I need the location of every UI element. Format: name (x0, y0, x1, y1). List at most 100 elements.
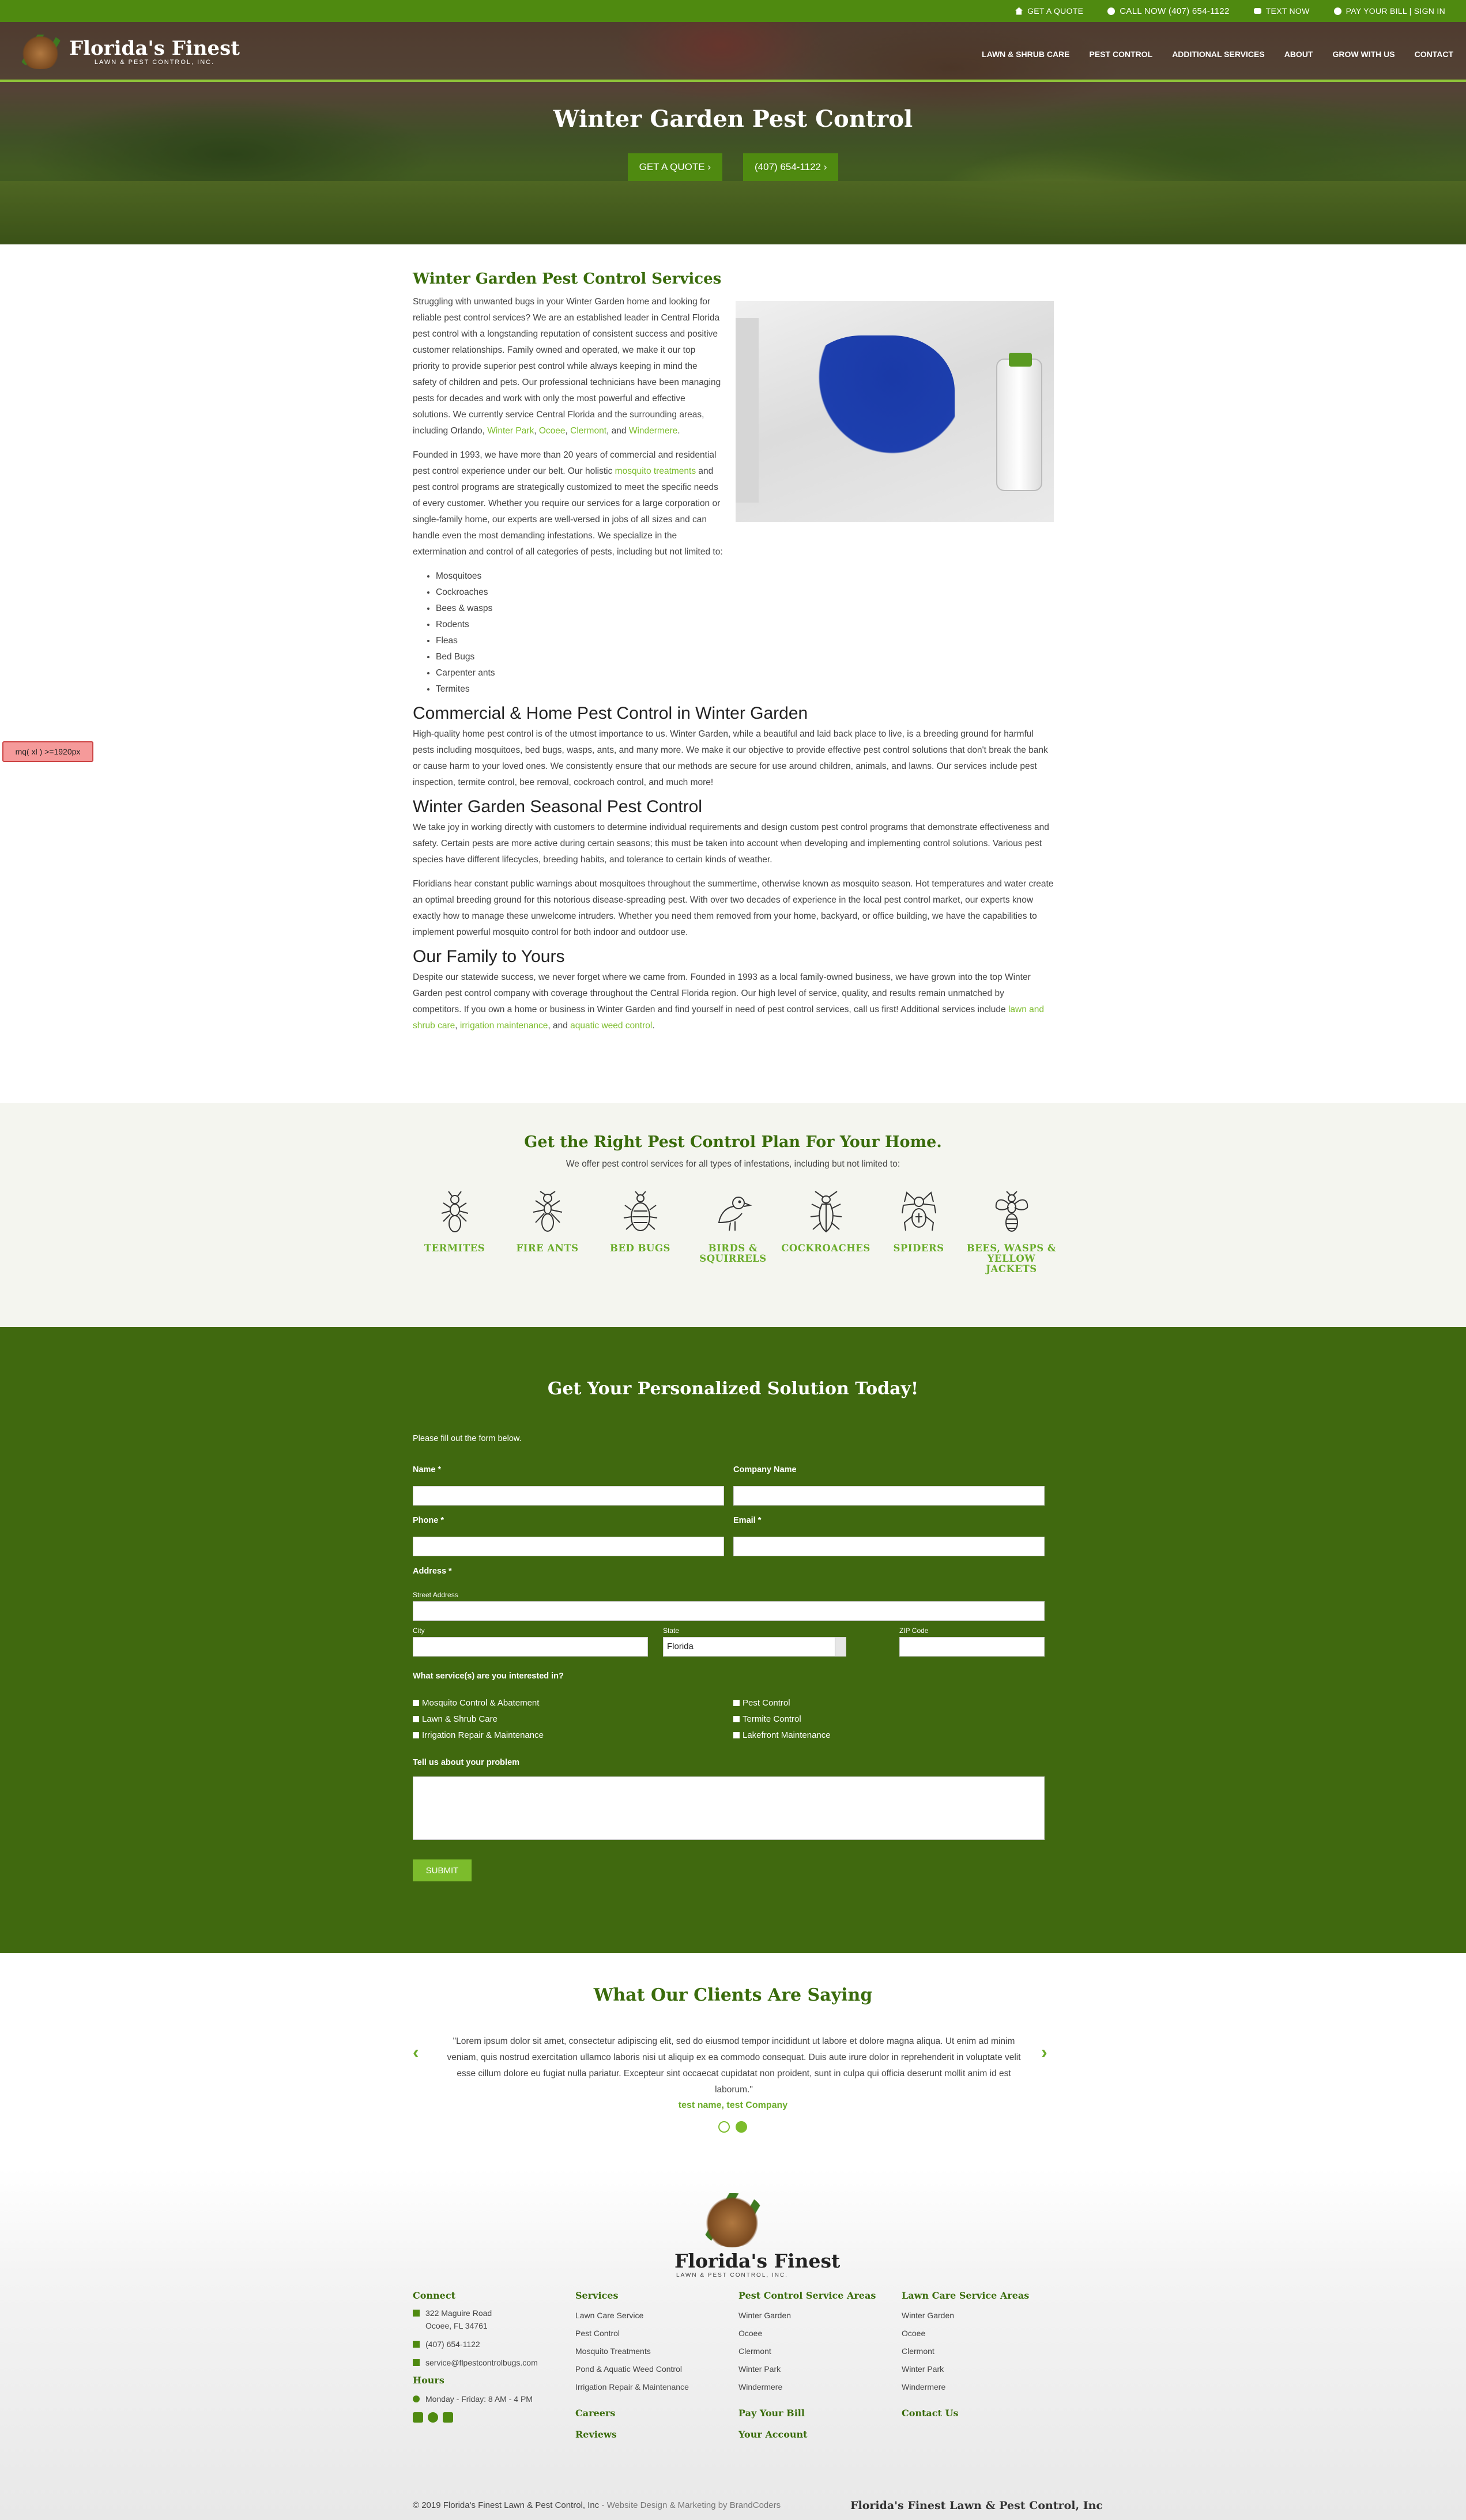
footer-link[interactable]: Ocoee (902, 2325, 1052, 2342)
checkbox-lawn-shrub[interactable]: Lawn & Shrub Care (413, 1714, 498, 1724)
seasonal-paragraph-1: We take joy in working directly with cus… (413, 823, 1049, 865)
footer-link[interactable]: Winter Garden (738, 2307, 888, 2325)
plans-heading: Get the Right Pest Control Plan For Your… (524, 1133, 942, 1151)
footer-link[interactable]: Windermere (738, 2378, 888, 2396)
link-clermont[interactable]: Clermont (570, 426, 606, 436)
footer-connect: Connect 322 Maguire Road Ocoee, FL 34761 … (413, 2290, 563, 2423)
footer-link[interactable]: Winter Park (902, 2360, 1052, 2378)
form-heading: Get Your Personalized Solution Today! (547, 1379, 919, 1399)
list-item: Bed Bugs (436, 649, 1054, 665)
nav-contact[interactable]: CONTACT (1415, 50, 1453, 59)
media-query-debug-badge: mq( xl ) >=1920px (2, 741, 93, 762)
social-links (413, 2412, 563, 2423)
footer-link[interactable]: Windermere (902, 2378, 1052, 2396)
testimonial-quote: "Lorem ipsum dolor sit amet, consectetur… (447, 2036, 1021, 2095)
link-windermere[interactable]: Windermere (629, 426, 677, 436)
panther-logo-icon (17, 35, 63, 69)
pest-termites[interactable]: TERMITES (408, 1190, 501, 1274)
footer-email-link[interactable]: service@flpestcontrolbugs.com (425, 2356, 538, 2369)
nav-about[interactable]: ABOUT (1284, 50, 1313, 59)
message-icon (1253, 8, 1261, 14)
main-nav: LAWN & SHRUB CARE PEST CONTROL ADDITIONA… (982, 50, 1453, 59)
link-mosquito-treatments[interactable]: mosquito treatments (615, 466, 696, 476)
commercial-paragraph: High-quality home pest control is of the… (413, 729, 1048, 787)
submit-button[interactable]: SUBMIT (413, 1859, 472, 1881)
state-select[interactable]: Florida (663, 1637, 846, 1657)
checkbox-termite-control[interactable]: Termite Control (733, 1714, 801, 1724)
link-ocoee[interactable]: Ocoee (539, 426, 566, 436)
footer-link[interactable]: Clermont (902, 2342, 1052, 2360)
carousel-dot-active[interactable] (736, 2121, 747, 2133)
city-input[interactable] (413, 1637, 648, 1657)
footer-link[interactable]: Pest Control (575, 2325, 725, 2342)
pest-type-list: TERMITES FIRE ANTS BED BUGS BIRDS & SQUI… (0, 1190, 1466, 1274)
get-quote-link[interactable]: GET A QUOTE (1015, 6, 1083, 16)
footer-link[interactable]: Winter Garden (902, 2307, 1052, 2325)
checkbox-mosquito-control[interactable]: Mosquito Control & Abatement (413, 1698, 539, 1708)
link-irrigation-maintenance[interactable]: irrigation maintenance (460, 1021, 548, 1031)
site-logo[interactable]: Florida's Finest LAWN & PEST CONTROL, IN… (17, 35, 240, 69)
footer-link[interactable]: Irrigation Repair & Maintenance (575, 2378, 725, 2396)
checkbox-lakefront[interactable]: Lakefront Maintenance (733, 1730, 831, 1740)
street-label: Street Address (413, 1591, 458, 1599)
link-winter-park[interactable]: Winter Park (487, 426, 534, 436)
credit-link[interactable]: - Website Design & Marketing by BrandCod… (599, 2500, 781, 2510)
text-now-link[interactable]: TEXT NOW (1253, 6, 1310, 16)
phone-input[interactable] (413, 1537, 724, 1556)
company-input[interactable] (733, 1486, 1045, 1506)
footer-link[interactable]: Lawn Care Service (575, 2307, 725, 2325)
nav-pest-control[interactable]: PEST CONTROL (1090, 50, 1153, 59)
chevron-left-icon[interactable]: ‹ (413, 2042, 419, 2063)
pest-bed-bugs[interactable]: BED BUGS (594, 1190, 687, 1274)
pest-cockroaches[interactable]: COCKROACHES (779, 1190, 872, 1274)
facebook-icon[interactable] (413, 2412, 423, 2423)
carousel-dot[interactable] (718, 2121, 730, 2133)
footer-phone-link[interactable]: (407) 654-1122 (425, 2338, 480, 2351)
pest-birds-squirrels[interactable]: BIRDS & SQUIRRELS (687, 1190, 779, 1274)
footer-link[interactable]: Pond & Aquatic Weed Control (575, 2360, 725, 2378)
call-now-link[interactable]: CALL NOW (407) 654-1122 (1107, 6, 1229, 16)
footer-contact-link[interactable]: Contact Us (902, 2408, 1052, 2419)
list-item: Bees & wasps (436, 601, 1054, 617)
email-input[interactable] (733, 1537, 1045, 1556)
link-aquatic-weed-control[interactable]: aquatic weed control (570, 1021, 652, 1031)
spider-icon (901, 1191, 936, 1231)
home-icon (1015, 7, 1023, 15)
logo-name: Florida's Finest (69, 37, 240, 60)
pest-bees-wasps[interactable]: BEES, WASPS & YELLOW JACKETS (965, 1190, 1058, 1274)
footer-account-link[interactable]: Your Account (738, 2429, 888, 2440)
footer-link[interactable]: Clermont (738, 2342, 888, 2360)
pinterest-icon[interactable] (428, 2412, 438, 2423)
bedbug-icon (623, 1191, 657, 1231)
family-paragraph: Despite our statewide success, we never … (413, 972, 1045, 1031)
footer-brand: Florida's Finest Lawn & Pest Control, In… (850, 2499, 1103, 2512)
pest-fire-ants[interactable]: FIRE ANTS (501, 1190, 594, 1274)
footer-link[interactable]: Mosquito Treatments (575, 2342, 725, 2360)
twitter-icon[interactable] (443, 2412, 453, 2423)
footer-logo[interactable]: Florida's Finest LAWN & PEST CONTROL, IN… (674, 2193, 840, 2278)
footer-pay-bill-link[interactable]: Pay Your Bill (738, 2408, 888, 2419)
pest-spiders[interactable]: SPIDERS (872, 1190, 965, 1274)
zip-input[interactable] (899, 1637, 1045, 1657)
checkbox-pest-control[interactable]: Pest Control (733, 1698, 790, 1708)
footer-link[interactable]: Ocoee (738, 2325, 888, 2342)
footer-services: Services Lawn Care Service Pest Control … (575, 2290, 725, 2440)
name-input[interactable] (413, 1486, 724, 1506)
footer-link[interactable]: Winter Park (738, 2360, 888, 2378)
pay-bill-link[interactable]: PAY YOUR BILL | SIGN IN (1333, 6, 1445, 16)
city-label: City (413, 1627, 425, 1635)
hero-quote-button[interactable]: GET A QUOTE › (627, 153, 722, 181)
footer-reviews-link[interactable]: Reviews (575, 2429, 725, 2440)
hero-phone-button[interactable]: (407) 654-1122 › (743, 153, 839, 181)
list-item: Mosquitoes (436, 568, 1054, 584)
checkbox-irrigation[interactable]: Irrigation Repair & Maintenance (413, 1730, 544, 1740)
problem-label: Tell us about your problem (413, 1758, 520, 1767)
footer-careers-link[interactable]: Careers (575, 2408, 725, 2419)
problem-textarea[interactable] (413, 1776, 1045, 1840)
chevron-right-icon[interactable]: › (1041, 2042, 1047, 2063)
nav-additional-services[interactable]: ADDITIONAL SERVICES (1172, 50, 1265, 59)
street-input[interactable] (413, 1601, 1045, 1621)
nav-lawn-shrub[interactable]: LAWN & SHRUB CARE (982, 50, 1069, 59)
seasonal-paragraph-2: Floridians hear constant public warnings… (413, 879, 1054, 937)
nav-grow-with-us[interactable]: GROW WITH US (1332, 50, 1395, 59)
